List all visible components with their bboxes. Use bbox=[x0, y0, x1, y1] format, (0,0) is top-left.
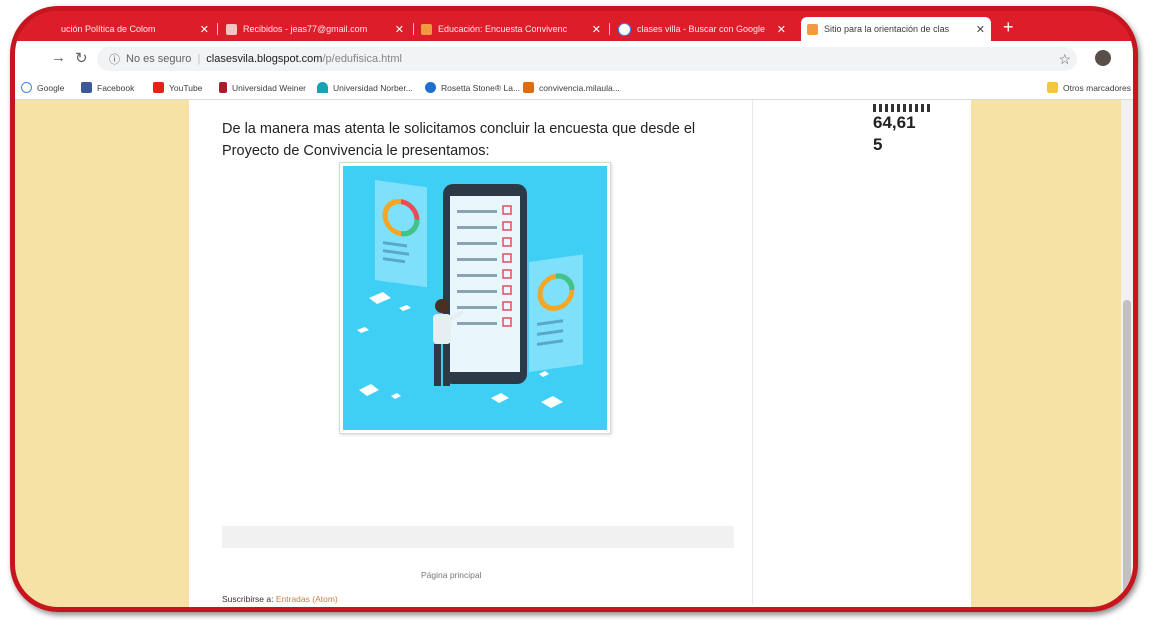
gmail-icon bbox=[226, 23, 237, 35]
tab-label: Recibidos - jeas77@gmail.com bbox=[243, 24, 368, 34]
google-icon bbox=[618, 22, 631, 36]
url-path: /p/edufisica.html bbox=[322, 53, 402, 65]
bookmark-label: Universidad Weiner bbox=[232, 82, 307, 93]
bookmark-label: Facebook bbox=[97, 82, 135, 93]
pageview-counter-line2: 5 bbox=[873, 135, 883, 154]
blog-content: De la manera mas atenta le solicitamos c… bbox=[189, 100, 971, 607]
scrollbar-thumb[interactable] bbox=[1123, 300, 1131, 600]
bookmark-universidad-weiner[interactable]: Universidad Weiner bbox=[219, 82, 306, 93]
security-label: No es seguro bbox=[126, 53, 192, 65]
bookmark-universidad-norbert[interactable]: Universidad Norber... bbox=[317, 82, 413, 93]
browser-toolbar: → ↻ ⓘ No es seguro | clasesvila.blogspot… bbox=[15, 41, 1133, 77]
bookmark-youtube[interactable]: YouTube bbox=[153, 82, 202, 93]
close-icon[interactable]: ✕ bbox=[389, 23, 404, 36]
blogger-icon bbox=[807, 23, 818, 35]
pageview-counter-line1: 64,61 bbox=[873, 113, 916, 132]
bookmark-star-icon[interactable]: ☆ bbox=[1058, 51, 1071, 68]
close-icon[interactable]: ✕ bbox=[771, 23, 786, 36]
bookmark-facebook[interactable]: Facebook bbox=[81, 82, 134, 93]
tab-gmail[interactable]: Recibidos - jeas77@gmail.com ✕ bbox=[220, 17, 410, 41]
pageview-counter: 64,61 5 bbox=[873, 112, 916, 156]
bookmark-other-folder[interactable]: Otros marcadores bbox=[1046, 82, 1131, 93]
tab-strip: ución Política de Colom ✕ Recibidos - je… bbox=[15, 11, 1133, 41]
bookmark-label: Otros marcadores bbox=[1062, 82, 1131, 93]
survey-illustration-graphic bbox=[343, 166, 607, 430]
tab-encuesta[interactable]: Educación: Encuesta Convivenc ✕ bbox=[415, 17, 607, 41]
folder-icon bbox=[1046, 82, 1058, 93]
bookmark-convivencia[interactable]: convivencia.milaula... bbox=[523, 82, 620, 93]
close-icon[interactable]: ✕ bbox=[194, 23, 209, 36]
web-page: De la manera mas atenta le solicitamos c… bbox=[15, 100, 1133, 607]
bookmarks-bar: Google Facebook YouTube Universidad Wein… bbox=[15, 77, 1133, 100]
bookmark-google[interactable]: Google bbox=[21, 82, 64, 93]
bookmark-label: Universidad Norber... bbox=[333, 82, 413, 93]
bookmark-label: YouTube bbox=[169, 82, 203, 93]
youtube-icon bbox=[153, 82, 164, 93]
survey-illustration bbox=[339, 162, 611, 434]
reload-icon[interactable]: ↻ bbox=[75, 49, 88, 67]
page-scrollbar[interactable] bbox=[1121, 100, 1133, 607]
tab-constitucion[interactable]: ución Política de Colom ✕ bbox=[55, 17, 215, 41]
post-footer-bar bbox=[222, 526, 734, 548]
bookmark-label: convivencia.milaula... bbox=[539, 82, 620, 93]
bookmark-label: Google bbox=[37, 82, 65, 93]
home-page-link[interactable]: Página principal bbox=[421, 570, 481, 580]
subscribe-line: Suscribirse a: Entradas (Atom) bbox=[222, 594, 338, 604]
tab-sitio-orientacion[interactable]: Sitio para la orientación de clas ✕ bbox=[801, 17, 991, 41]
info-icon[interactable]: ⓘ bbox=[109, 51, 120, 67]
bookmark-label: Rosetta Stone® La... bbox=[441, 82, 521, 93]
screenshot-frame: ución Política de Colom ✕ Recibidos - je… bbox=[10, 6, 1138, 612]
address-bar[interactable]: ⓘ No es seguro | clasesvila.blogspot.com… bbox=[97, 47, 1077, 71]
rosetta-icon bbox=[425, 82, 436, 93]
tab-google-search[interactable]: clases villa - Buscar con Google ✕ bbox=[612, 17, 792, 41]
norbert-icon bbox=[317, 82, 328, 93]
tab-label: clases villa - Buscar con Google bbox=[637, 24, 766, 34]
facebook-icon bbox=[81, 82, 92, 93]
close-icon[interactable]: ✕ bbox=[970, 23, 985, 36]
subscribe-label: Suscribirse a: bbox=[222, 594, 276, 604]
profile-avatar[interactable] bbox=[1095, 50, 1111, 66]
weiner-icon bbox=[219, 82, 227, 93]
tab-label: Sitio para la orientación de clas bbox=[824, 24, 950, 34]
sidebar-divider bbox=[752, 100, 753, 605]
bookmark-rosetta-stone[interactable]: Rosetta Stone® La... bbox=[425, 82, 520, 93]
close-icon[interactable]: ✕ bbox=[586, 23, 601, 36]
intro-text: De la manera mas atenta le solicitamos c… bbox=[222, 121, 696, 159]
subscribe-atom-link[interactable]: Entradas (Atom) bbox=[276, 594, 338, 604]
new-tab-button[interactable]: + bbox=[1003, 17, 1014, 38]
pageview-counter-graphic bbox=[873, 104, 933, 112]
tab-label: Educación: Encuesta Convivenc bbox=[438, 24, 568, 34]
url-domain: clasesvila.blogspot.com bbox=[206, 53, 323, 65]
forward-arrow-icon[interactable]: → bbox=[51, 49, 66, 66]
convivencia-icon bbox=[523, 82, 534, 93]
blogger-icon bbox=[421, 23, 432, 35]
tab-label: ución Política de Colom bbox=[61, 24, 156, 34]
google-icon bbox=[21, 82, 32, 93]
